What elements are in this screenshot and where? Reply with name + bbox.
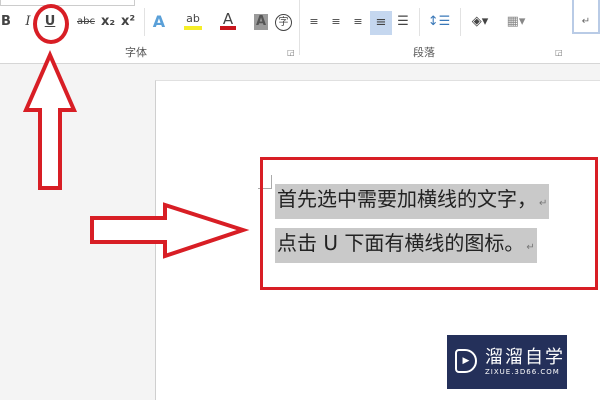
play-icon: ▶ <box>455 349 477 373</box>
watermark-name: 溜溜自学 <box>485 347 565 368</box>
watermark-url: ZIXUE.3D66.COM <box>485 368 560 376</box>
right-arrow-icon <box>90 202 250 259</box>
watermark-logo: ▶ 溜溜自学 ZIXUE.3D66.COM <box>447 335 567 389</box>
up-arrow-icon <box>22 49 78 190</box>
